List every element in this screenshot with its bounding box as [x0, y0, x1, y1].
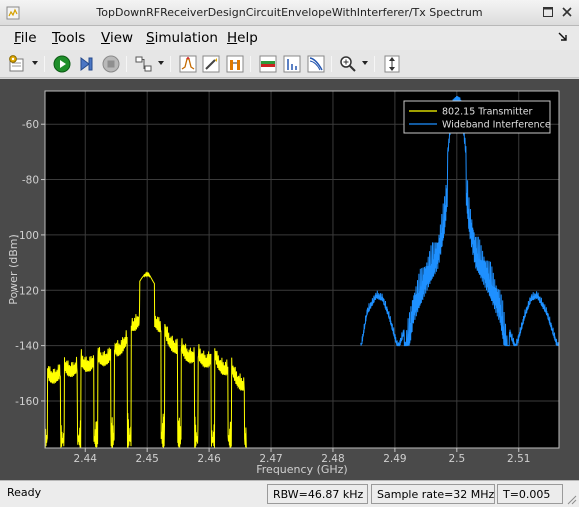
scale-axes-button[interactable] — [382, 54, 402, 74]
y-axis-label: Power (dBm) — [7, 234, 20, 305]
close-icon[interactable] — [560, 5, 574, 19]
peak-finder-button[interactable] — [178, 54, 198, 74]
menu-tools[interactable]: Tools — [52, 30, 85, 46]
maximize-icon[interactable] — [541, 5, 555, 19]
zoom-dropdown-icon[interactable] — [361, 59, 369, 67]
toolbar-separator — [374, 56, 375, 72]
step-forward-button[interactable] — [76, 54, 96, 74]
spectrum-button[interactable] — [258, 54, 278, 74]
toolbar-separator — [250, 56, 251, 72]
peak-finder-icon — [179, 55, 197, 73]
step-forward-icon — [80, 57, 93, 71]
toolbar-separator — [44, 56, 45, 72]
x-tick-label: 2.46 — [197, 453, 221, 465]
spectrum-chart[interactable]: 2.44 2.45 2.46 2.47 2.48 2.49 2.5 2.51-60-80-10… — [0, 79, 579, 480]
x-axis-label: Frequency (GHz) — [256, 463, 347, 476]
settings-icon — [9, 55, 24, 72]
toolbar — [0, 50, 579, 78]
x-tick-label: 2.44 — [74, 453, 98, 465]
y-tick-label: -160 — [15, 396, 39, 408]
run-button[interactable] — [52, 54, 72, 74]
menu-simulation[interactable]: Simulation — [146, 30, 218, 46]
x-tick-label: 2.49 — [383, 453, 406, 465]
spectrum-icon — [259, 55, 277, 73]
status-sample-rate: Sample rate=32 MHz — [371, 484, 495, 504]
cursor-measurements-button[interactable] — [225, 54, 245, 74]
title-bar: TopDownRFReceiverDesignCircuitEnvelopeWi… — [0, 0, 579, 26]
highlight-block-icon — [135, 56, 152, 72]
x-tick-label: 2.5 — [448, 453, 465, 465]
resize-grip-icon[interactable] — [565, 493, 577, 505]
edit-icon — [202, 55, 220, 73]
ccdf-icon — [307, 55, 325, 73]
x-tick-label: 2.45 — [135, 453, 158, 465]
zoom-in-button[interactable] — [338, 54, 358, 74]
toolbar-separator — [331, 56, 332, 72]
menu-help[interactable]: Help — [227, 30, 258, 46]
menu-view[interactable]: View — [101, 30, 133, 46]
x-tick-label: 2.51 — [507, 453, 530, 465]
highlight-dropdown-icon[interactable] — [157, 59, 165, 67]
window-menu-icon[interactable] — [6, 6, 20, 20]
status-bar: Ready RBW=46.87 kHz Sample rate=32 MHz T… — [0, 480, 579, 507]
settings-dropdown-icon[interactable] — [31, 59, 39, 67]
y-tick-label: -80 — [22, 175, 39, 187]
status-time: T=0.005 — [497, 484, 563, 504]
toolbar-separator — [170, 56, 171, 72]
edit-button[interactable] — [201, 54, 221, 74]
y-tick-label: -140 — [15, 341, 39, 353]
status-rbw: RBW=46.87 kHz — [267, 484, 368, 504]
scale-axes-icon — [384, 55, 400, 73]
window-title: TopDownRFReceiverDesignCircuitEnvelopeWi… — [96, 6, 483, 19]
run-icon — [53, 55, 71, 73]
menu-bar: File Tools View Simulation Help — [0, 26, 579, 50]
settings-button[interactable] — [7, 54, 27, 74]
stop-button[interactable] — [101, 54, 121, 74]
status-ready: Ready — [7, 486, 42, 499]
distortion-icon — [283, 55, 301, 73]
stop-icon — [102, 55, 120, 73]
y-tick-label: -60 — [22, 119, 39, 131]
legend-label: Wideband Interference — [442, 120, 551, 131]
ccdf-button[interactable] — [306, 54, 326, 74]
toolbar-separator — [126, 56, 127, 72]
highlight-block-button[interactable] — [134, 54, 154, 74]
legend-label: 802.15 Transmitter — [442, 107, 533, 118]
plot-area: 2.44 2.45 2.46 2.47 2.48 2.49 2.5 2.51 -60 -80 -10… — [0, 79, 579, 480]
undock-icon[interactable] — [557, 31, 569, 43]
distortion-button[interactable] — [282, 54, 302, 74]
cursor-measurements-icon — [226, 55, 244, 73]
menu-file[interactable]: File — [14, 30, 37, 46]
zoom-in-icon — [340, 56, 356, 72]
